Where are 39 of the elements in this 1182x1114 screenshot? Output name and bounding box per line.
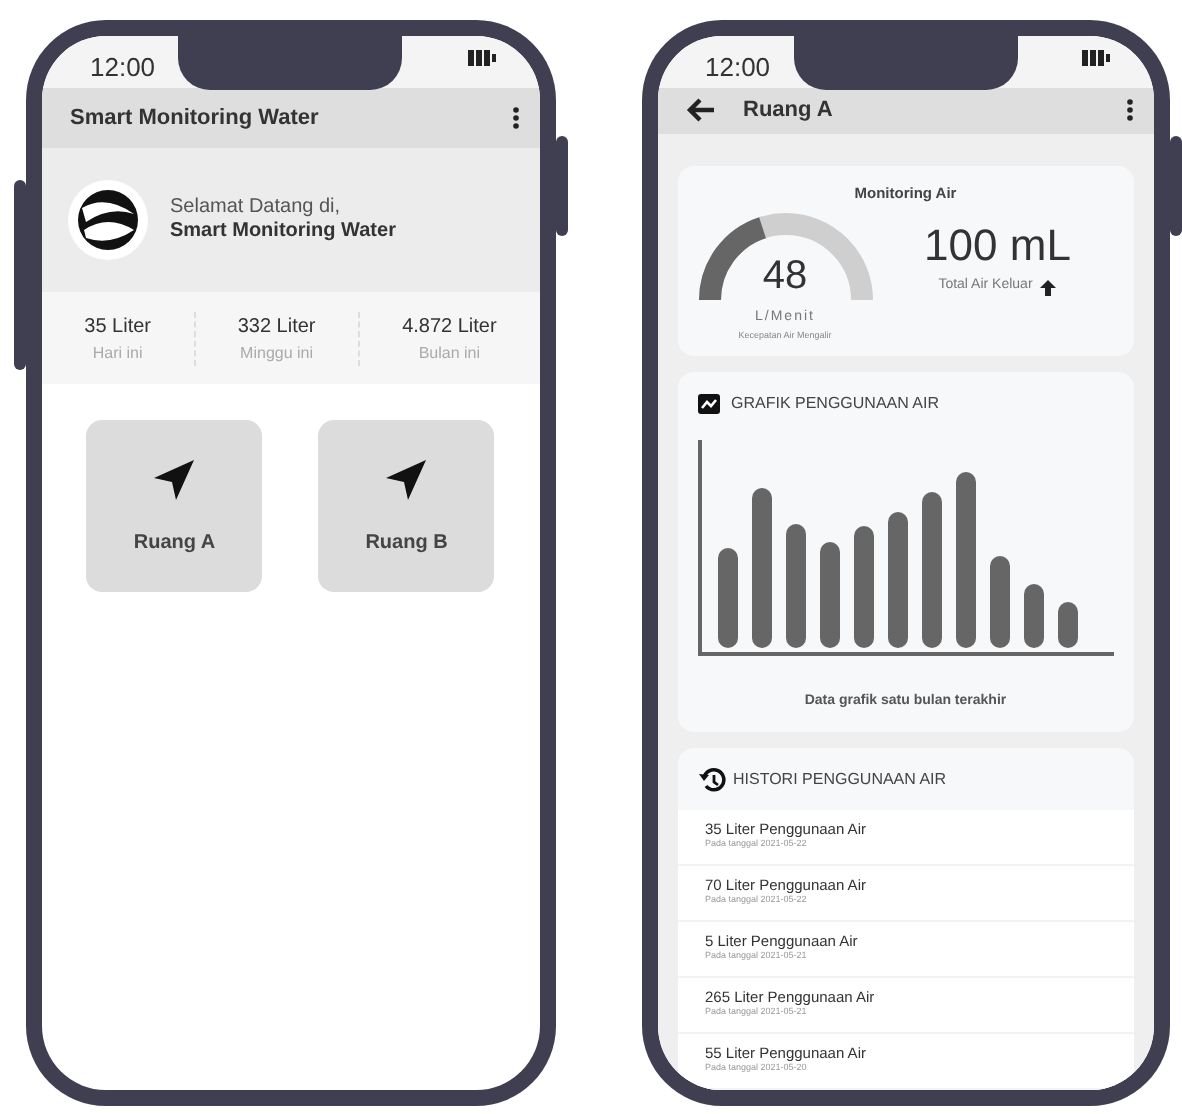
chart-bar [785, 523, 805, 647]
app-name: Smart Monitoring Water [170, 220, 396, 244]
more-icon[interactable] [511, 106, 519, 130]
status-time: 12:00 [705, 50, 771, 86]
chart-bar [717, 547, 737, 647]
chart-bar [887, 511, 907, 647]
stat-value: 35 Liter [82, 313, 154, 341]
room-tile[interactable]: Ruang A [86, 420, 263, 592]
stat-label: Hari ini [90, 341, 145, 365]
gauge-value: 48 [762, 256, 808, 297]
chart-bar [1057, 601, 1077, 647]
side-button[interactable] [1170, 136, 1182, 236]
app-bar-title: Ruang A [743, 96, 833, 126]
side-button[interactable] [555, 136, 567, 236]
greeting-text: Selamat Datang di, [170, 196, 343, 220]
status-time: 12:00 [90, 50, 156, 86]
navigation-arrow-icon [150, 455, 199, 503]
chart-bar [1023, 583, 1043, 647]
battery-icon [1082, 48, 1110, 68]
stat-value: 4.872 Liter [400, 313, 499, 341]
app-bar-title: Smart Monitoring Water [70, 103, 319, 134]
stat-value: 332 Liter [235, 313, 318, 341]
chart-icon [697, 393, 719, 413]
logo-icon [66, 178, 150, 262]
back-icon[interactable] [685, 96, 715, 125]
history-title: HISTORI PENGGUNAAN AIR [733, 767, 947, 791]
up-arrow-icon [1040, 279, 1057, 295]
chart-bar [819, 541, 839, 647]
chart-title: GRAFIK PENGGUNAAN AIR [731, 391, 940, 415]
history-icon [697, 766, 725, 792]
battery-icon [467, 48, 495, 68]
more-icon[interactable] [1126, 98, 1134, 123]
room-tile[interactable]: Ruang B [318, 420, 495, 592]
chart-bar [989, 555, 1009, 647]
navigation-arrow-icon [382, 455, 431, 503]
chart-bar [853, 525, 873, 647]
stat-label: Bulan ini [416, 341, 483, 365]
total-value: 100 mL [924, 224, 1071, 269]
stat-label: Minggu ini [238, 341, 316, 365]
